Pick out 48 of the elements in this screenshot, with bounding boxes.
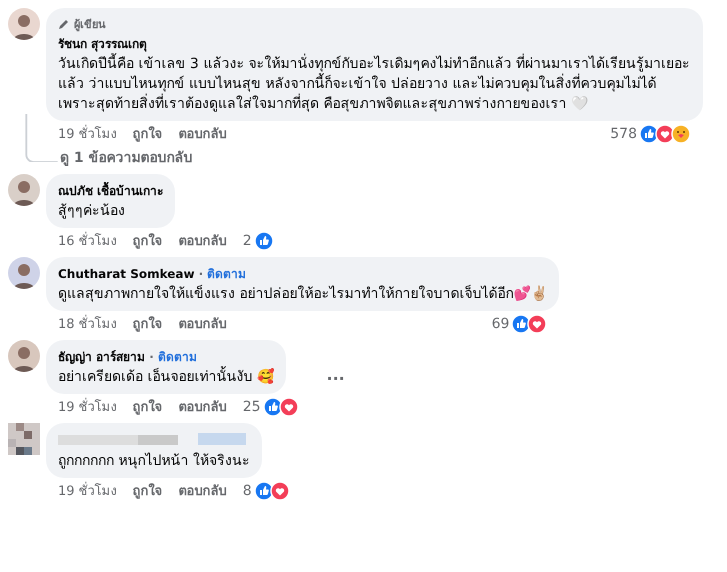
reaction-count[interactable]: 8: [242, 482, 252, 498]
like-icon: [639, 124, 659, 144]
reaction-count[interactable]: 69: [492, 316, 510, 332]
thread-line: [24, 114, 60, 162]
like-link[interactable]: ถูกใจ: [132, 480, 163, 501]
comment-time[interactable]: 19 ชั่วโมง: [58, 480, 117, 501]
like-link[interactable]: ถูกใจ: [132, 396, 163, 417]
reply-link[interactable]: ตอบกลับ: [178, 396, 227, 417]
reaction-count[interactable]: 578: [610, 126, 637, 142]
comment-text: วันเกิดปีนี้คือ เข้าเลข 3 แล้วงะ จะให้มานั่งทุกข์กับอะไรเดิมๆคงไม่ทำอีกแล้ว ที่ผ่านมาเราได้เรียนรู้มาเยอะแล้ว ว่าแบบไหนทุกข์ แบบไหนสุข หลังจากนี้ก็จะเข้าใจ ปล่อยวาง และไม่ควบคุมในสิ่งที่ควบคุมไม่ได้ เพราะสุดท้ายสิ่งที่เราต้องดูแลใส่ใจมากที่สุด คือสุขภาพจิตและสุขภาพร่างกายของเรา 🤍: [58, 54, 691, 114]
reply-link[interactable]: ตอบกลับ: [178, 313, 227, 334]
like-icon: [262, 396, 283, 416]
comment-time[interactable]: 19 ชั่วโมง: [58, 123, 117, 144]
like-icon: [511, 314, 532, 334]
comment-time[interactable]: 18 ชั่วโมง: [58, 313, 117, 334]
avatar[interactable]: [8, 340, 40, 372]
reply-link[interactable]: ตอบกลับ: [178, 230, 227, 251]
pen-icon: [58, 18, 70, 30]
comment-time[interactable]: 19 ชั่วโมง: [58, 396, 117, 417]
reply-link[interactable]: ตอบกลับ: [178, 123, 227, 144]
follow-link[interactable]: ติดตาม: [207, 264, 246, 283]
reply-link[interactable]: ตอบกลับ: [178, 480, 227, 501]
commenter-name[interactable]: ณปภัช เชื้อบ้านเกาะ: [58, 181, 164, 200]
commenter-name[interactable]: รัชนก สุวรรณเกตุ: [58, 34, 148, 53]
like-link[interactable]: ถูกใจ: [132, 123, 163, 144]
comment-text: อย่าเครียดเด้อ เอ็นจอยเท่านั้นงับ 🥰: [58, 367, 274, 387]
avatar[interactable]: [8, 174, 40, 206]
view-replies-link[interactable]: ดู 1 ข้อความตอบกลับ: [60, 146, 192, 168]
comment-text: ถูกกกกกก หนุกไปหน้า ให้จริงนะ: [58, 452, 250, 471]
reaction-count[interactable]: 25: [242, 398, 261, 414]
like-link[interactable]: ถูกใจ: [132, 230, 163, 251]
comment-time[interactable]: 16 ชั่วโมง: [58, 230, 117, 251]
follow-link[interactable]: ติดตาม: [158, 347, 197, 366]
like-icon: [254, 480, 274, 500]
avatar[interactable]: [8, 8, 40, 40]
avatar[interactable]: [8, 257, 40, 289]
comment-text: ดูแลสุขภาพกายใจให้แข็งแรง อย่าปล่อยให้อะไรมาทำให้กายใจบาดเจ็บได้อีก💕✌🏼: [58, 284, 548, 304]
like-link[interactable]: ถูกใจ: [132, 313, 163, 334]
like-icon: [254, 230, 274, 250]
author-label: ผู้เขียน: [74, 17, 106, 33]
comment-text: สู้ๆๆค่ะน้อง: [58, 202, 125, 221]
separator-dot: ·: [149, 350, 154, 364]
reaction-count[interactable]: 2: [242, 232, 252, 248]
more-options-button[interactable]: ···: [322, 365, 349, 392]
commenter-name[interactable]: Chutharat Somkeaw: [58, 266, 195, 280]
hug-emoji-icon: [671, 124, 691, 144]
separator-dot: ·: [198, 266, 204, 280]
commenter-name[interactable]: ธัญญ่า อาร์สยาม: [58, 347, 146, 366]
